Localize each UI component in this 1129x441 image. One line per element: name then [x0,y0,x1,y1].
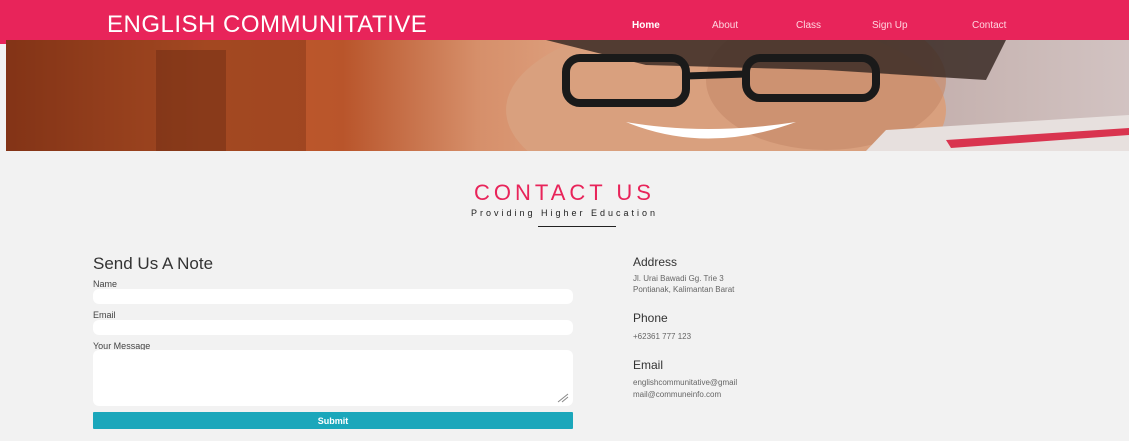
address-heading: Address [633,255,678,269]
title-divider [538,226,616,227]
nav-contact[interactable]: Contact [972,20,1006,31]
hero-photo [6,40,1129,151]
brand-logo[interactable]: ENGLISH COMMUNITATIVE [107,11,427,39]
nav-sign-up[interactable]: Sign Up [872,20,908,31]
resize-grip-icon[interactable] [557,393,569,403]
page-subtitle: Providing Higher Education [470,208,659,218]
name-label: Name [93,279,118,289]
form-heading: Send Us A Note [93,254,214,273]
email-input[interactable] [93,320,573,335]
address-line-2: Pontianak, Kalimantan Barat [633,285,735,294]
name-input[interactable] [93,289,573,304]
submit-button[interactable]: Submit [93,412,573,429]
email-line-1: englishcommunitative@gmail [633,378,738,387]
phone-heading: Phone [633,311,668,325]
nav-class[interactable]: Class [796,20,821,31]
message-textarea[interactable] [93,350,573,406]
email-label: Email [93,310,116,320]
top-navbar: ENGLISH COMMUNITATIVE Home About Class S… [0,0,1129,44]
nav-home[interactable]: Home [632,20,660,31]
email-line-2: mail@communeinfo.com [633,390,722,399]
email-heading: Email [633,358,664,372]
phone-value: +62361 777 123 [633,332,692,341]
nav-about[interactable]: About [712,20,738,31]
hero-banner [6,40,1129,151]
address-line-1: Jl. Urai Bawadi Gg. Trie 3 [633,274,724,283]
page-title: CONTACT US [474,180,655,205]
